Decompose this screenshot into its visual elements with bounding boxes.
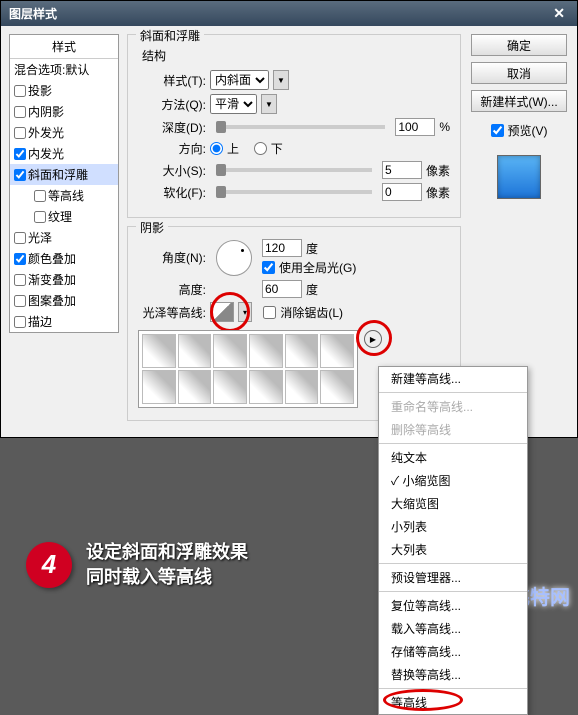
chevron-down-icon[interactable]: ▼ [273,70,289,90]
gloss-contour-swatch[interactable] [210,302,234,322]
style-inner-glow[interactable]: 内发光 [10,143,118,164]
dir-up-radio[interactable] [210,142,223,155]
menu-text-only[interactable]: 纯文本 [379,446,527,469]
styles-panel: 样式 混合选项:默认 投影 内阴影 外发光 内发光 斜面和浮雕 等高线 纹理 光… [9,34,119,333]
dialog-title: 图层样式 [9,5,57,22]
style-outer-glow[interactable]: 外发光 [10,122,118,143]
global-light-checkbox[interactable] [262,261,275,274]
menu-small-thumb[interactable]: 小缩览图 [379,469,527,492]
soften-field[interactable] [382,183,422,201]
menu-preset-manager[interactable]: 预设管理器... [379,566,527,589]
altitude-field[interactable] [262,280,302,298]
bevel-style-select[interactable]: 内斜面 [210,70,269,90]
size-slider[interactable] [216,168,372,172]
size-field[interactable] [382,161,422,179]
contour-thumb[interactable] [142,370,176,404]
menu-large-list[interactable]: 大列表 [379,538,527,561]
style-stroke[interactable]: 描边 [10,311,118,332]
style-inner-shadow[interactable]: 内阴影 [10,101,118,122]
depth-slider[interactable] [216,125,385,129]
antialias-checkbox[interactable] [263,306,276,319]
style-contour[interactable]: 等高线 [10,185,118,206]
style-drop-shadow[interactable]: 投影 [10,80,118,101]
menu-rename-contour: 重命名等高线... [379,395,527,418]
close-icon[interactable]: ✕ [549,5,569,22]
soften-slider[interactable] [216,190,372,194]
contour-thumb[interactable] [285,370,319,404]
style-label: 样式(T): [138,72,206,89]
new-style-button[interactable]: 新建样式(W)... [471,90,567,112]
preview-checkbox-label[interactable]: 预览(V) [491,122,548,139]
contour-presets-grid [138,330,358,408]
styles-header[interactable]: 样式 [10,35,118,59]
ok-button[interactable]: 确定 [471,34,567,56]
dir-down-radio[interactable] [254,142,267,155]
menu-load-contours[interactable]: 载入等高线... [379,617,527,640]
depth-label: 深度(D): [138,119,206,136]
step-annotation: 4 设定斜面和浮雕效果 同时载入等高线 [26,540,248,590]
menu-large-thumb[interactable]: 大缩览图 [379,492,527,515]
contour-thumb[interactable] [213,334,247,368]
preview-swatch [497,155,541,199]
angle-label: 角度(N): [138,249,206,266]
soften-label: 软化(F): [138,184,206,201]
cancel-button[interactable]: 取消 [471,62,567,84]
altitude-label: 高度: [138,281,206,298]
style-bevel-emboss[interactable]: 斜面和浮雕 [10,164,118,185]
depth-field[interactable] [395,118,435,136]
gloss-contour-dropdown[interactable]: ▾ [238,302,252,322]
contour-thumb[interactable] [249,334,283,368]
style-satin[interactable]: 光泽 [10,227,118,248]
contour-thumb[interactable] [320,370,354,404]
contour-context-menu: 新建等高线... 重命名等高线... 删除等高线 纯文本 小缩览图 大缩览图 小… [378,366,528,715]
contour-thumb[interactable] [142,334,176,368]
contour-thumb[interactable] [249,370,283,404]
menu-new-contour[interactable]: 新建等高线... [379,367,527,390]
menu-replace-contours[interactable]: 替换等高线... [379,663,527,686]
style-color-overlay[interactable]: 颜色叠加 [10,248,118,269]
angle-field[interactable] [262,239,302,257]
gloss-contour-label: 光泽等高线: [138,304,206,321]
style-pattern-overlay[interactable]: 图案叠加 [10,290,118,311]
contour-thumb[interactable] [178,370,212,404]
flyout-menu-icon[interactable]: ▶ [364,330,382,348]
blend-options[interactable]: 混合选项:默认 [10,59,118,80]
preview-checkbox[interactable] [491,124,504,137]
menu-contours[interactable]: 等高线 [379,691,527,714]
bevel-method-select[interactable]: 平滑 [210,94,257,114]
method-label: 方法(Q): [138,96,206,113]
menu-small-list[interactable]: 小列表 [379,515,527,538]
menu-delete-contour: 删除等高线 [379,418,527,441]
direction-label: 方向: [138,140,206,157]
angle-dial[interactable] [216,240,252,276]
step-text: 设定斜面和浮雕效果 同时载入等高线 [86,540,248,590]
contour-thumb[interactable] [285,334,319,368]
contour-thumb[interactable] [320,334,354,368]
menu-reset-contours[interactable]: 复位等高线... [379,594,527,617]
bevel-group: 斜面和浮雕 结构 样式(T): 内斜面 ▼ 方法(Q): 平滑 ▼ 深度(D):… [127,34,461,218]
contour-thumb[interactable] [178,334,212,368]
dialog-titlebar: 图层样式 ✕ [1,1,577,26]
style-gradient-overlay[interactable]: 渐变叠加 [10,269,118,290]
contour-thumb[interactable] [213,370,247,404]
chevron-down-icon[interactable]: ▼ [261,94,277,114]
style-texture[interactable]: 纹理 [10,206,118,227]
step-number-badge: 4 [26,542,72,588]
size-label: 大小(S): [138,162,206,179]
